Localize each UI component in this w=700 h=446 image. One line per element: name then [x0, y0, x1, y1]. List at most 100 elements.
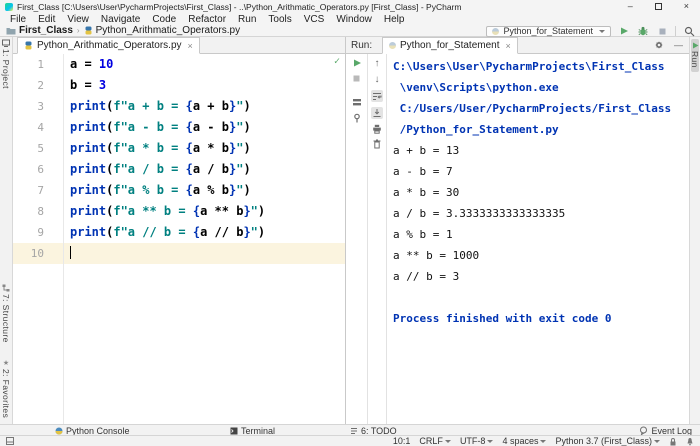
- next-occurrence-button[interactable]: ↓: [375, 74, 380, 85]
- code-line[interactable]: 1a = 10: [13, 54, 345, 75]
- code-line[interactable]: 5print(f"a * b = {a * b}"): [13, 138, 345, 159]
- maximize-button[interactable]: [655, 3, 662, 10]
- search-everywhere-button[interactable]: [683, 25, 695, 37]
- menu-run[interactable]: Run: [232, 14, 262, 25]
- chevron-down-icon: [487, 440, 493, 443]
- menu-edit[interactable]: Edit: [32, 14, 61, 25]
- menu-file[interactable]: File: [4, 14, 32, 25]
- restore-layout-button[interactable]: [352, 97, 362, 107]
- run-configuration-select[interactable]: Python_for_Statement: [486, 26, 611, 37]
- code-text: print(f"a * b = {a * b}"): [54, 138, 251, 159]
- caret-position[interactable]: 10:1: [393, 436, 411, 446]
- code-line[interactable]: 7print(f"a % b = {a % b}"): [13, 180, 345, 201]
- structure-tool-icon: [2, 284, 10, 292]
- menu-bar: FileEditViewNavigateCodeRefactorRunTools…: [0, 13, 700, 25]
- tool-window-bar: Python Console Terminal 6: TODO Event Lo…: [0, 424, 700, 435]
- soft-wrap-button[interactable]: [371, 90, 383, 102]
- title-bar: First_Class [C:\Users\User\PycharmProjec…: [0, 0, 700, 13]
- code-editor[interactable]: ✓ 1a = 102b = 33print(f"a + b = {a + b}"…: [13, 54, 345, 424]
- code-line[interactable]: 8print(f"a ** b = {a ** b}"): [13, 201, 345, 222]
- rerun-button[interactable]: [352, 58, 362, 68]
- menu-tools[interactable]: Tools: [262, 14, 297, 25]
- menu-window[interactable]: Window: [330, 14, 378, 25]
- tool-button-project[interactable]: 1: Project: [0, 37, 12, 91]
- menu-code[interactable]: Code: [146, 14, 182, 25]
- line-number: 10: [13, 243, 54, 264]
- close-button[interactable]: ×: [684, 2, 689, 11]
- folder-icon: [6, 26, 16, 35]
- chevron-down-icon: [599, 30, 605, 33]
- run-tab[interactable]: Python_for_Statement ×: [382, 37, 518, 54]
- text-caret: [70, 246, 71, 259]
- console-line: [393, 287, 689, 308]
- run-toolbar: Python_for_Statement: [486, 25, 695, 37]
- line-number: 2: [13, 75, 54, 96]
- breadcrumb-project[interactable]: First_Class: [6, 25, 73, 36]
- readonly-lock-button[interactable]: [669, 437, 677, 446]
- play-icon: [352, 58, 362, 68]
- left-tool-strip: 1: Project 7: Structure ★ 2: Favorites: [0, 37, 13, 424]
- scroll-to-end-button[interactable]: [371, 107, 383, 119]
- notifications-button[interactable]: [686, 437, 694, 446]
- indent-select[interactable]: 4 spaces: [502, 436, 546, 446]
- prev-occurrence-button[interactable]: ↑: [375, 58, 380, 69]
- stop-icon: [352, 74, 361, 83]
- code-text: b = 3: [54, 75, 106, 96]
- code-line[interactable]: 9print(f"a // b = {a // b}"): [13, 222, 345, 243]
- console-line: a ** b = 1000: [393, 245, 689, 266]
- console-output[interactable]: C:\Users\User\PycharmProjects\First_Clas…: [387, 54, 689, 424]
- tab-close-icon[interactable]: ×: [188, 41, 193, 51]
- menu-items: FileEditViewNavigateCodeRefactorRunTools…: [4, 14, 410, 25]
- run-tab-close-icon[interactable]: ×: [506, 41, 511, 51]
- interpreter-select[interactable]: Python 3.7 (First_Class): [555, 436, 660, 446]
- code-text: a = 10: [54, 54, 113, 75]
- python-file-icon: [24, 41, 33, 50]
- right-tool-strip: Run: [689, 37, 700, 424]
- menu-help[interactable]: Help: [378, 14, 411, 25]
- encoding-select[interactable]: UTF-8: [460, 436, 494, 446]
- hide-panel-button[interactable]: —: [674, 42, 683, 48]
- menu-navigate[interactable]: Navigate: [95, 14, 146, 25]
- window-title: First_Class [C:\Users\User\PycharmProjec…: [17, 2, 461, 12]
- toolwindow-switcher-icon[interactable]: [6, 437, 14, 445]
- code-line[interactable]: 2b = 3: [13, 75, 345, 96]
- code-line[interactable]: 10: [13, 243, 345, 264]
- console-line: C:\Users\User\PycharmProjects\First_Clas…: [393, 56, 689, 77]
- scroll-end-icon: [372, 108, 382, 118]
- line-separator-select[interactable]: CRLF: [419, 436, 451, 446]
- tool-button-run[interactable]: Run: [691, 39, 699, 72]
- code-line[interactable]: 4print(f"a - b = {a - b}"): [13, 117, 345, 138]
- stop-button[interactable]: [656, 25, 668, 37]
- menu-vcs[interactable]: VCS: [298, 14, 331, 25]
- editor-tab[interactable]: Python_Arithmatic_Operators.py ×: [17, 37, 200, 54]
- bell-icon: [686, 437, 694, 446]
- print-button[interactable]: [372, 124, 382, 134]
- code-line[interactable]: 6print(f"a / b = {a / b}"): [13, 159, 345, 180]
- line-number: 1: [13, 54, 54, 75]
- breadcrumb-file[interactable]: Python_Arithmatic_Operators.py: [84, 25, 241, 36]
- tool-button-structure[interactable]: 7: Structure: [1, 282, 11, 345]
- menu-view[interactable]: View: [61, 14, 95, 25]
- console-line: /Python_for_Statement.py: [393, 119, 689, 140]
- code-line[interactable]: 3print(f"a + b = {a + b}"): [13, 96, 345, 117]
- todo-icon: [350, 427, 358, 435]
- debug-button[interactable]: [637, 25, 649, 37]
- run-button[interactable]: [618, 25, 630, 37]
- console-line: a // b = 3: [393, 266, 689, 287]
- console-line: a - b = 7: [393, 161, 689, 182]
- run-panel-label: Run:: [351, 40, 372, 51]
- tool-button-favorites[interactable]: ★ 2: Favorites: [1, 357, 11, 420]
- breadcrumb-separator: ›: [77, 26, 80, 35]
- line-number: 4: [13, 117, 54, 138]
- minimize-button[interactable]: –: [628, 2, 633, 11]
- menu-refactor[interactable]: Refactor: [182, 14, 232, 25]
- clear-console-button[interactable]: [372, 139, 382, 149]
- stop-process-button[interactable]: [352, 74, 361, 83]
- run-tool-window: Run: Python_for_Statement × —: [345, 37, 689, 424]
- settings-button[interactable]: [654, 40, 664, 50]
- pin-icon: [352, 113, 362, 123]
- toolbar-separator: [675, 26, 676, 36]
- python-console-icon: [55, 427, 63, 435]
- run-panel-toolbar: [346, 54, 368, 424]
- pin-tab-button[interactable]: [352, 113, 362, 123]
